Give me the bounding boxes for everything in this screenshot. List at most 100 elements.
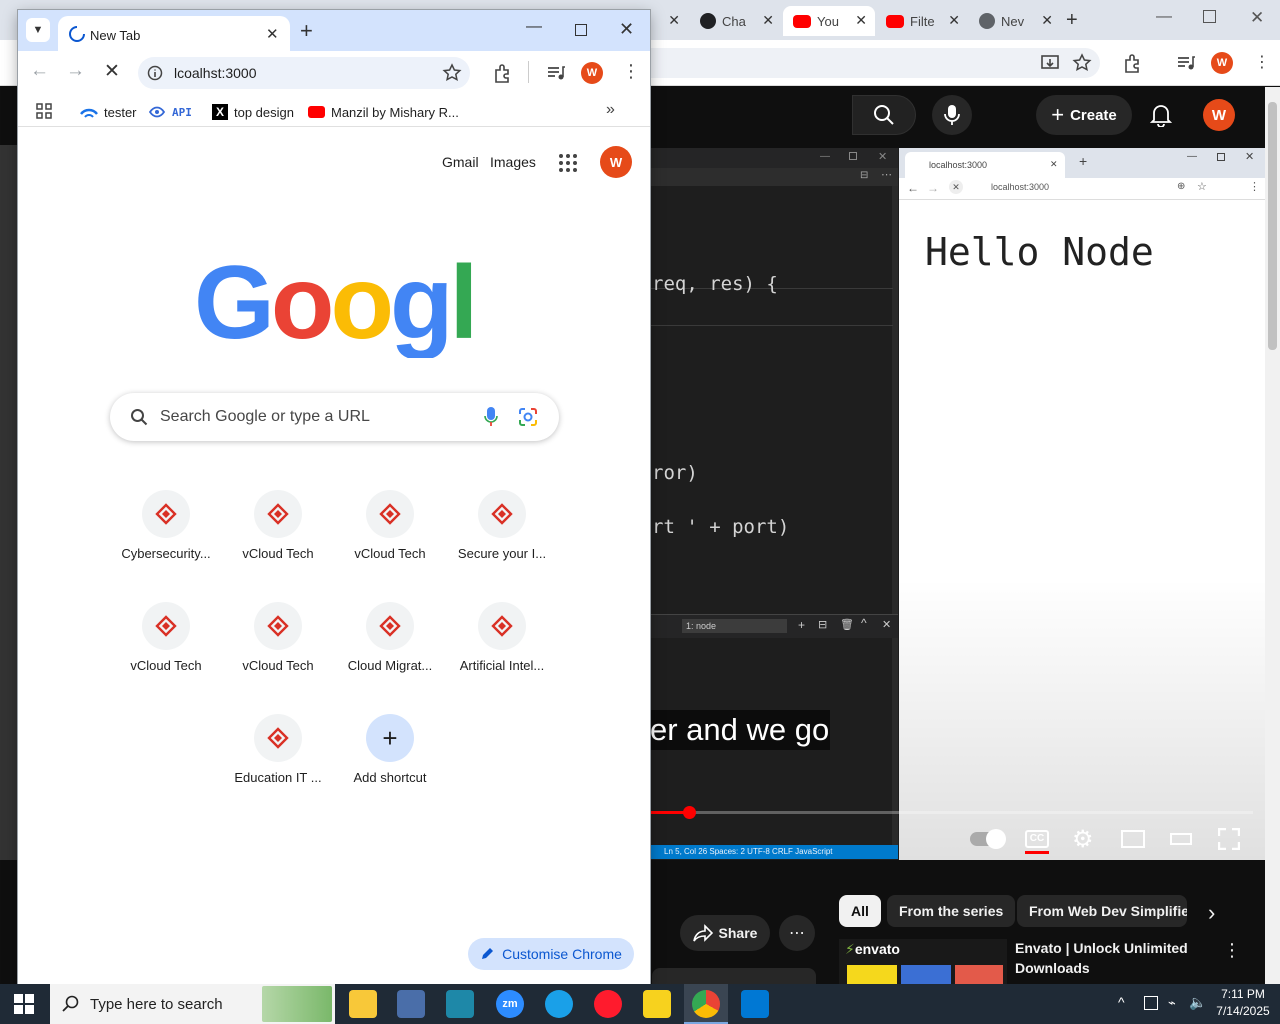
address-bar[interactable]: lcoalhst:3000 <box>138 57 470 89</box>
chip-from-channel[interactable]: From Web Dev Simplified <box>1017 895 1187 927</box>
background-tab-partial[interactable]: ✕ <box>650 6 688 36</box>
menu-kebab-icon[interactable]: ⋮ <box>1254 52 1270 72</box>
google-apps-icon[interactable] <box>556 151 580 175</box>
shortcut-tile[interactable]: vCloud Tech <box>334 472 446 584</box>
shortcut-tile[interactable]: vCloud Tech <box>222 472 334 584</box>
autoplay-toggle[interactable] <box>970 829 1006 849</box>
taskbar-clock[interactable]: 7:11 PM 7/14/2025 <box>1210 986 1276 1020</box>
background-tab-new[interactable]: Nev ✕ <box>969 6 1061 36</box>
customise-chrome-button[interactable]: Customise Chrome <box>468 938 634 970</box>
url-text[interactable]: lcoalhst:3000 <box>174 65 257 81</box>
shortcut-tile[interactable]: Secure your I... <box>446 472 558 584</box>
ad-thumbnail[interactable]: ⚡envato <box>839 939 1007 984</box>
zoom-app-icon[interactable]: zm <box>496 990 524 1018</box>
theater-mode-icon[interactable] <box>1170 833 1192 845</box>
fullscreen-icon[interactable] <box>1218 828 1240 850</box>
bookmark-tester[interactable]: tester <box>80 102 137 122</box>
bookmarks-overflow-chevron-icon[interactable]: » <box>606 101 615 119</box>
google-account-avatar[interactable]: W <box>600 146 632 178</box>
add-shortcut-tile[interactable]: + Add shortcut <box>334 696 446 808</box>
taskbar-search-box[interactable]: Type here to search <box>50 984 335 1024</box>
network-icon[interactable] <box>1144 996 1158 1010</box>
background-tab-youtube[interactable]: You ✕ <box>783 6 875 36</box>
images-link[interactable]: Images <box>490 154 536 170</box>
maximize-icon[interactable] <box>575 24 587 36</box>
bookmark-api[interactable]: API <box>148 102 192 122</box>
media-control-icon[interactable] <box>546 63 566 83</box>
chip-all[interactable]: All <box>839 895 881 927</box>
bookmark-star-icon[interactable] <box>442 63 462 83</box>
minimize-icon[interactable]: — <box>526 18 542 36</box>
close-icon[interactable]: ✕ <box>1041 12 1053 29</box>
background-tab-chat[interactable]: Cha ✕ <box>690 6 782 36</box>
share-button[interactable]: Share <box>680 915 770 951</box>
shortcut-tile[interactable]: Cybersecurity... <box>110 472 222 584</box>
tab-new-tab[interactable]: New Tab ✕ <box>58 16 290 51</box>
bookmark-star-icon[interactable] <box>1072 53 1092 73</box>
scrollbar-thumb[interactable] <box>1268 102 1277 350</box>
close-window-icon[interactable]: ✕ <box>619 19 634 40</box>
volume-icon[interactable]: 🔈 <box>1189 994 1206 1011</box>
app-icon[interactable] <box>446 990 474 1018</box>
profile-avatar[interactable]: W <box>581 62 603 84</box>
youtube-create-button[interactable]: + Create <box>1036 95 1132 135</box>
extensions-icon[interactable] <box>1122 52 1144 74</box>
shortcut-tile[interactable]: Cloud Migrat... <box>334 584 446 696</box>
captions-icon[interactable]: CC <box>1025 830 1049 848</box>
gmail-link[interactable]: Gmail <box>442 154 479 170</box>
stop-loading-icon[interactable]: ✕ <box>104 60 120 83</box>
ad-menu-kebab-icon[interactable]: ⋮ <box>1223 940 1241 961</box>
close-icon[interactable]: ✕ <box>948 12 960 29</box>
close-icon[interactable]: ✕ <box>668 12 680 29</box>
minimize-icon[interactable]: — <box>1156 8 1172 26</box>
google-search-box[interactable] <box>110 393 559 441</box>
lens-camera-icon[interactable] <box>518 407 538 427</box>
sticky-notes-icon[interactable] <box>643 990 671 1018</box>
new-tab-plus-icon[interactable]: + <box>1066 9 1078 32</box>
ad-title[interactable]: Envato | Unlock Unlimited Downloads <box>1015 938 1215 978</box>
tab-search-chevron-icon[interactable]: ▼ <box>26 18 50 42</box>
extensions-icon[interactable] <box>492 62 514 84</box>
youtube-voice-search-button[interactable] <box>932 95 972 135</box>
background-tab-filter[interactable]: Filte ✕ <box>876 6 968 36</box>
close-icon[interactable]: ✕ <box>762 12 774 29</box>
new-tab-plus-icon[interactable]: + <box>300 18 313 44</box>
settings-gear-icon[interactable]: ⚙ <box>1072 825 1094 854</box>
site-info-icon[interactable] <box>147 65 163 81</box>
back-arrow-icon[interactable]: ← <box>30 60 49 82</box>
bookmark-manzil[interactable]: Manzil by Mishary R... <box>308 102 459 122</box>
bookmark-top-design[interactable]: X top design <box>212 102 294 122</box>
voice-search-icon[interactable] <box>484 407 498 427</box>
youtube-avatar[interactable]: W <box>1203 99 1235 131</box>
shortcut-tile[interactable]: vCloud Tech <box>110 584 222 696</box>
restore-icon[interactable] <box>1203 10 1216 23</box>
chevron-right-icon[interactable]: › <box>1208 900 1215 926</box>
close-window-icon[interactable]: ✕ <box>1250 8 1264 28</box>
windows-start-icon[interactable] <box>14 994 34 1014</box>
chevron-up-icon[interactable]: ^ <box>1118 994 1125 1010</box>
profile-avatar[interactable]: W <box>1211 52 1233 74</box>
opera-browser-icon[interactable] <box>594 990 622 1018</box>
menu-kebab-icon[interactable]: ⋮ <box>622 61 640 82</box>
install-app-icon[interactable] <box>1040 53 1060 73</box>
close-tab-icon[interactable]: ✕ <box>266 25 279 43</box>
video-scrubber-handle[interactable] <box>683 806 696 819</box>
file-explorer-icon[interactable] <box>349 990 377 1018</box>
miniplayer-icon[interactable] <box>1121 830 1145 848</box>
description-box[interactable] <box>652 968 816 984</box>
edge-browser-icon[interactable] <box>545 990 573 1018</box>
shortcut-tile[interactable]: Artificial Intel... <box>446 584 558 696</box>
forward-arrow-icon[interactable]: → <box>66 60 85 82</box>
youtube-search-button[interactable] <box>852 95 916 135</box>
more-actions-button[interactable]: ⋯ <box>779 915 815 951</box>
close-icon[interactable]: ✕ <box>855 12 867 29</box>
video-progress-track[interactable] <box>650 811 1253 814</box>
vscode-icon[interactable] <box>741 990 769 1018</box>
media-control-icon[interactable] <box>1176 53 1196 73</box>
shortcut-tile[interactable]: vCloud Tech <box>222 584 334 696</box>
search-input[interactable] <box>160 405 460 429</box>
notifications-button[interactable] <box>1146 100 1176 130</box>
shortcut-tile[interactable]: Education IT ... <box>222 696 334 808</box>
wifi-icon[interactable]: ⌁ <box>1168 995 1176 1011</box>
apps-grid-icon[interactable] <box>36 103 52 119</box>
